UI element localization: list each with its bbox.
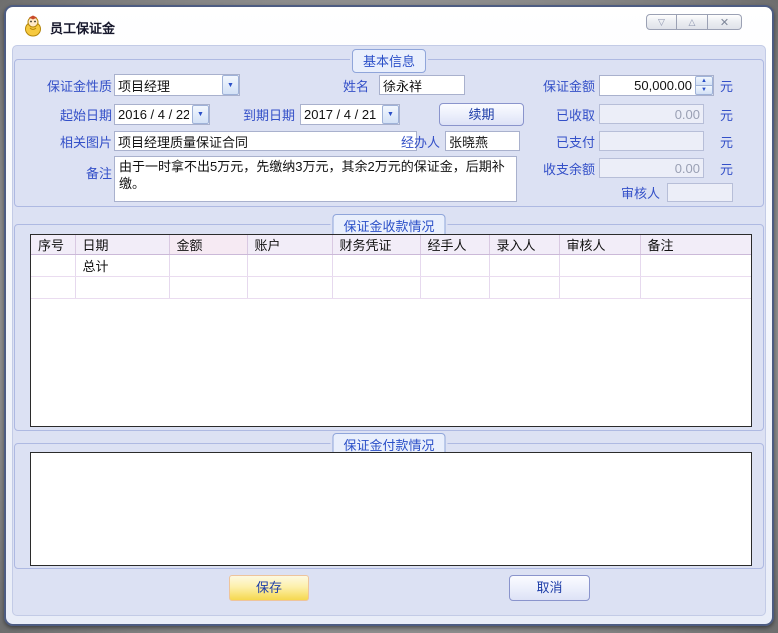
receipts-group: 保证金收款情况 序号 日期 金额 账户 财务凭证 经手人 bbox=[14, 224, 764, 431]
start-date-label: 起始日期 bbox=[20, 106, 112, 126]
receipts-grid[interactable]: 序号 日期 金额 账户 财务凭证 经手人 录入人 审核人 备注 总计 bbox=[30, 234, 752, 427]
received-unit: 元 bbox=[720, 106, 733, 126]
table-row[interactable]: 总计 bbox=[31, 255, 751, 277]
col-header-handler[interactable]: 经手人 bbox=[420, 235, 489, 255]
cell[interactable] bbox=[559, 277, 640, 299]
close-icon[interactable]: ✕ bbox=[708, 14, 742, 30]
handler-label: 经办人 bbox=[383, 133, 440, 153]
cell[interactable] bbox=[420, 255, 489, 277]
deposit-nature-combobox[interactable]: ▼ bbox=[114, 74, 240, 96]
balance-label: 收支余额 bbox=[533, 160, 595, 180]
spin-down-icon[interactable]: ▼ bbox=[695, 85, 713, 95]
auditor-label: 审核人 bbox=[603, 184, 660, 204]
balance-unit: 元 bbox=[720, 160, 733, 180]
col-header-entry[interactable]: 录入人 bbox=[489, 235, 559, 255]
col-header-amount[interactable]: 金额 bbox=[169, 235, 247, 255]
cell[interactable] bbox=[247, 255, 332, 277]
window-controls: ▽ △ ✕ bbox=[646, 14, 742, 30]
end-date-picker[interactable]: ▼ bbox=[300, 104, 400, 125]
cell[interactable] bbox=[489, 277, 559, 299]
payments-group: 保证金付款情况 bbox=[14, 443, 764, 569]
received-field bbox=[599, 104, 704, 124]
cell[interactable] bbox=[332, 255, 420, 277]
paid-field bbox=[599, 131, 704, 151]
end-date-label: 到期日期 bbox=[227, 106, 295, 126]
app-icon bbox=[22, 15, 44, 37]
cell[interactable] bbox=[31, 277, 75, 299]
basic-info-group: 基本信息 保证金性质 ▼ 姓名 保证金额 ▲ ▼ 元 起始日期 bbox=[14, 59, 764, 207]
cell[interactable] bbox=[247, 277, 332, 299]
cell[interactable] bbox=[332, 277, 420, 299]
chevron-down-icon[interactable]: ▼ bbox=[222, 75, 239, 95]
cell-total[interactable]: 总计 bbox=[75, 255, 169, 277]
maximize-icon[interactable]: △ bbox=[677, 14, 708, 30]
cell[interactable] bbox=[169, 277, 247, 299]
auditor-field bbox=[667, 183, 733, 202]
cell[interactable] bbox=[31, 255, 75, 277]
col-header-remark[interactable]: 备注 bbox=[640, 235, 751, 255]
basic-info-group-title: 基本信息 bbox=[352, 49, 426, 73]
name-label: 姓名 bbox=[313, 77, 369, 97]
balance-field bbox=[599, 158, 704, 178]
title-bar[interactable]: 员工保证金 ▽ △ ✕ bbox=[6, 7, 772, 43]
col-header-index[interactable]: 序号 bbox=[31, 235, 75, 255]
window-title: 员工保证金 bbox=[50, 18, 115, 37]
spinner-buttons[interactable]: ▲ ▼ bbox=[695, 76, 713, 95]
save-button[interactable]: 保存 bbox=[229, 575, 309, 601]
start-date-picker[interactable]: ▼ bbox=[114, 104, 210, 125]
paid-unit: 元 bbox=[720, 133, 733, 153]
amount-unit: 元 bbox=[720, 77, 733, 97]
received-label: 已收取 bbox=[535, 106, 595, 126]
cell[interactable] bbox=[559, 255, 640, 277]
cell[interactable] bbox=[640, 255, 751, 277]
related-image-field[interactable] bbox=[114, 131, 417, 151]
deposit-nature-label: 保证金性质 bbox=[20, 77, 112, 97]
cell[interactable] bbox=[640, 277, 751, 299]
dialog-body: 基本信息 保证金性质 ▼ 姓名 保证金额 ▲ ▼ 元 起始日期 bbox=[12, 45, 766, 616]
cell[interactable] bbox=[75, 277, 169, 299]
name-field[interactable] bbox=[379, 75, 465, 95]
col-header-account[interactable]: 账户 bbox=[247, 235, 332, 255]
deposit-amount-stepper[interactable]: ▲ ▼ bbox=[599, 75, 714, 96]
cell[interactable] bbox=[420, 277, 489, 299]
deposit-amount-label: 保证金额 bbox=[533, 77, 595, 97]
cell[interactable] bbox=[489, 255, 559, 277]
table-row[interactable] bbox=[31, 277, 751, 299]
chevron-down-icon[interactable]: ▼ bbox=[382, 105, 399, 124]
cancel-button[interactable]: 取消 bbox=[509, 575, 590, 601]
handler-field[interactable] bbox=[445, 131, 520, 151]
remark-label: 备注 bbox=[20, 164, 112, 184]
payments-grid bbox=[30, 452, 752, 566]
col-header-auditor[interactable]: 审核人 bbox=[559, 235, 640, 255]
grid-header-row: 序号 日期 金额 账户 财务凭证 经手人 录入人 审核人 备注 bbox=[31, 235, 751, 255]
remark-textarea[interactable]: 由于一时拿不出5万元，先缴纳3万元，其余2万元的保证金，后期补缴。 bbox=[114, 156, 517, 202]
minimize-icon[interactable]: ▽ bbox=[646, 14, 677, 30]
chevron-down-icon[interactable]: ▼ bbox=[192, 105, 209, 124]
spin-up-icon[interactable]: ▲ bbox=[695, 76, 713, 85]
renew-button[interactable]: 续期 bbox=[439, 103, 524, 126]
cell[interactable] bbox=[169, 255, 247, 277]
col-header-voucher[interactable]: 财务凭证 bbox=[332, 235, 420, 255]
col-header-date[interactable]: 日期 bbox=[75, 235, 169, 255]
dialog-window: 员工保证金 ▽ △ ✕ 基本信息 保证金性质 ▼ 姓名 保证金额 ▲ ▼ bbox=[4, 5, 774, 626]
paid-label: 已支付 bbox=[535, 133, 595, 153]
related-image-label: 相关图片 bbox=[20, 133, 112, 153]
